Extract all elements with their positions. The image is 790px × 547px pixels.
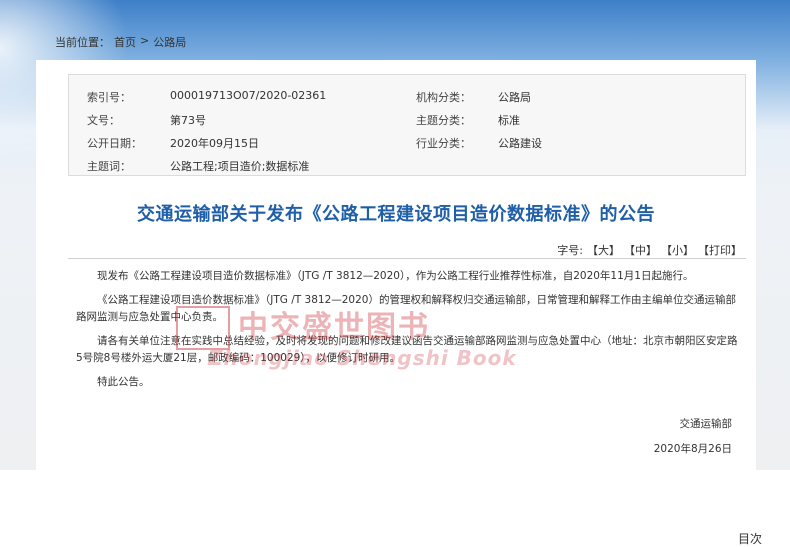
breadcrumb-label: 当前位置：	[55, 36, 110, 49]
meta-row: 主题词： 公路工程;项目造价;数据标准	[69, 158, 745, 176]
breadcrumb-separator: >	[140, 34, 150, 47]
topic-value: 标准	[498, 114, 520, 127]
date-value: 2020年09月15日	[170, 137, 259, 150]
keywords-label: 主题词：	[87, 160, 131, 173]
article-paragraph: 请各有关单位注意在实践中总结经验，及时将发现的问题和修改建议函告交通运输部路网监…	[76, 335, 738, 364]
meta-row: 公开日期： 2020年09月15日 行业分类： 公路建设	[69, 135, 745, 153]
index-label: 索引号：	[87, 91, 131, 104]
font-size-medium-button[interactable]: 【中】	[624, 242, 657, 258]
date-label: 公开日期：	[87, 137, 142, 150]
corner-toc-text: 目次	[738, 532, 763, 546]
doc-value: 第73号	[170, 114, 206, 127]
org-label: 机构分类：	[416, 91, 471, 104]
article-paragraph: 《公路工程建设项目造价数据标准》（JTG /T 3812—2020）的管理权和解…	[76, 294, 736, 323]
industry-label: 行业分类：	[416, 137, 471, 150]
breadcrumb: 当前位置： 首页 > 公路局	[55, 34, 186, 50]
article-paragraph: 现发布《公路工程建设项目造价数据标准》（JTG /T 3812—2020），作为…	[97, 270, 694, 282]
org-value: 公路局	[498, 91, 531, 104]
font-size-label: 字号:	[557, 244, 583, 257]
page-footer-background	[0, 470, 790, 542]
sign-date: 2020年8月26日	[653, 443, 732, 455]
breadcrumb-home-link[interactable]: 首页	[114, 34, 136, 50]
title-divider	[68, 258, 746, 259]
article-title: 交通运输部关于发布《公路工程建设项目造价数据标准》的公告	[137, 204, 655, 225]
font-size-large-button[interactable]: 【大】	[587, 242, 620, 258]
breadcrumb-current-link[interactable]: 公路局	[153, 34, 186, 50]
industry-value: 公路建设	[498, 137, 542, 150]
index-value: 000019713O07/2020-02361	[170, 89, 327, 102]
content-panel: 索引号： 000019713O07/2020-02361 机构分类： 公路局 文…	[36, 60, 756, 470]
doc-label: 文号：	[87, 114, 120, 127]
meta-row: 索引号： 000019713O07/2020-02361 机构分类： 公路局	[69, 89, 745, 107]
font-size-controls: 字号: 【大】 【中】 【小】 【打印】	[557, 242, 742, 258]
keywords-value: 公路工程;项目造价;数据标准	[170, 160, 310, 173]
article-paragraph: 特此公告。	[97, 376, 150, 388]
article-body: 现发布《公路工程建设项目造价数据标准》（JTG /T 3812—2020），作为…	[76, 268, 738, 398]
print-button[interactable]: 【打印】	[698, 242, 742, 258]
font-size-small-button[interactable]: 【小】	[661, 242, 694, 258]
topic-label: 主题分类：	[416, 114, 471, 127]
signer: 交通运输部	[679, 418, 733, 430]
metadata-table: 索引号： 000019713O07/2020-02361 机构分类： 公路局 文…	[68, 74, 746, 176]
meta-row: 文号： 第73号 主题分类： 标准	[69, 112, 745, 130]
